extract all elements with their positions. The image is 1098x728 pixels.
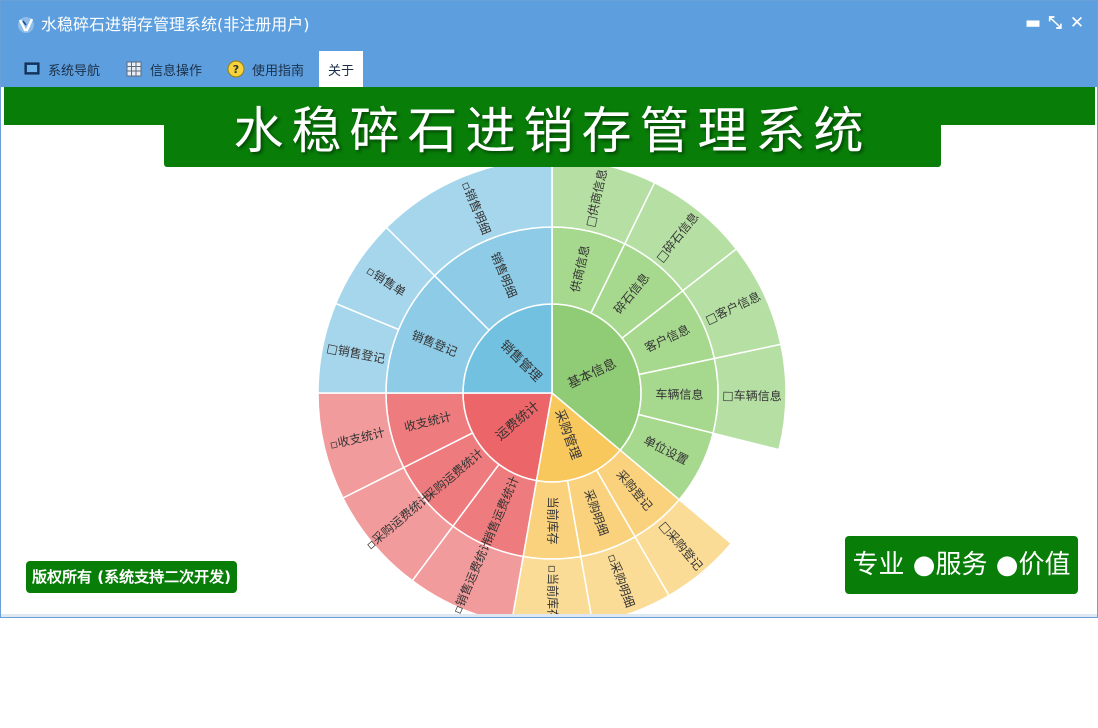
- sunburst-leaf[interactable]: [511, 555, 592, 615]
- window-bottom-border: [1, 614, 1097, 617]
- minimize-button[interactable]: ▬: [1023, 13, 1043, 33]
- menu-label: 关于: [328, 63, 355, 79]
- slogan-badge: 专业 ●服务 ●价值: [845, 536, 1078, 594]
- close-button[interactable]: ✕: [1067, 13, 1087, 33]
- menu-about[interactable]: 关于: [319, 51, 364, 87]
- help-icon: ?: [227, 60, 245, 78]
- svg-text:?: ?: [233, 63, 239, 76]
- menu-label: 使用指南: [252, 63, 305, 79]
- menu-label: 系统导航: [48, 63, 101, 79]
- monitor-icon: [23, 60, 41, 78]
- menu-user-guide[interactable]: ? 使用指南: [227, 51, 304, 87]
- menu-system-nav[interactable]: 系统导航: [23, 51, 100, 87]
- restore-button[interactable]: ⤡: [1045, 13, 1065, 33]
- sunburst-leaf[interactable]: [712, 343, 787, 451]
- grid-icon: [125, 60, 143, 78]
- menu-bar: 系统导航 信息操作 ? 使用指南 关于: [1, 49, 1097, 87]
- menu-label: 信息操作: [150, 63, 203, 79]
- window-title: 水稳碎石进销存管理系统(非注册用户): [41, 15, 310, 34]
- menu-info-ops[interactable]: 信息操作: [125, 51, 202, 87]
- banner-title: 水稳碎石进销存管理系统: [164, 95, 941, 167]
- app-icon: [18, 17, 34, 33]
- app-window: 水稳碎石进销存管理系统(非注册用户) ▬ ⤡ ✕ 系统导航 信息操作 ? 使用指…: [0, 0, 1098, 618]
- title-bar[interactable]: 水稳碎石进销存管理系统(非注册用户) ▬ ⤡ ✕: [1, 1, 1097, 49]
- main-content: 基本信息 供商信息 □供商信息 碎石信息 □碎石信息 客户信息 □客户信息 车辆信息 □车辆信息…: [4, 87, 1095, 614]
- copyright-badge: 版权所有 (系统支持二次开发): [26, 561, 237, 593]
